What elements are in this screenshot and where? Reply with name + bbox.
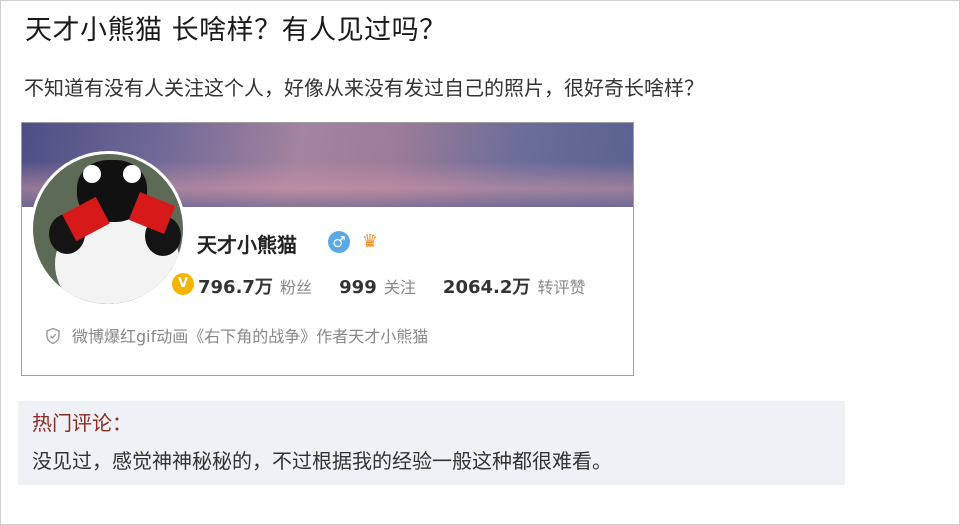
crown-icon: ♛ — [361, 231, 379, 252]
comment-text: 没见过，感觉神神秘秘的，不过根据我的经验一般这种都很难看。 — [32, 449, 612, 473]
male-icon: ♂ — [328, 231, 350, 253]
profile-stats: 796.7万 粉丝 999 关注 2064.2万 转评赞 — [198, 273, 608, 299]
profile-description: 微博爆红gif动画《右下角的战争》作者天才小熊猫 — [44, 323, 428, 347]
shield-icon — [46, 327, 60, 345]
avatar[interactable] — [30, 151, 186, 307]
question-body: 不知道有没有人关注这个人，好像从来没有发过自己的照片，很好奇长啥样？ — [24, 76, 704, 100]
profile-name[interactable]: 天才小熊猫 — [197, 229, 297, 258]
comment-heading: 热门评论： — [32, 411, 132, 435]
likes-stat: 2064.2万 转评赞 — [442, 277, 586, 298]
followers-stat[interactable]: 796.7万 粉丝 — [198, 273, 312, 299]
profile-card[interactable]: V 天才小熊猫 ♂ ♛ 796.7万 粉丝 999 关注 2064.2万 转评赞… — [21, 122, 634, 376]
verified-badge-icon: V — [170, 271, 196, 297]
question-title: 天才小熊猫 长啥样？有人见过吗？ — [25, 15, 447, 46]
hot-comment: 热门评论： 没见过，感觉神神秘秘的，不过根据我的经验一般这种都很难看。 — [18, 401, 845, 485]
following-stat[interactable]: 999 关注 — [339, 274, 416, 298]
